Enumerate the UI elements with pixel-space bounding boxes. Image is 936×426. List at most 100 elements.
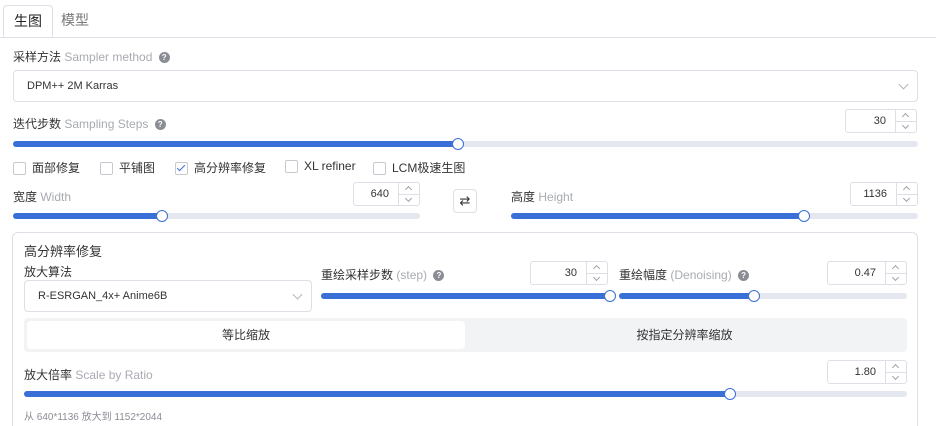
tab-generate[interactable]: 生图 xyxy=(3,5,53,37)
steps-stepper[interactable]: 30 xyxy=(845,109,917,133)
height-slider[interactable] xyxy=(511,210,918,222)
hires-steps-stepper[interactable]: 30 xyxy=(530,261,608,285)
denoising-stepper[interactable]: 0.47 xyxy=(827,261,907,285)
checkbox-label: 面部修复 xyxy=(32,161,81,175)
decrement-icon[interactable] xyxy=(587,273,607,285)
checkbox-label: XL refiner xyxy=(304,159,356,173)
checkbox-label: 平铺图 xyxy=(119,161,156,175)
scale-slider-fill xyxy=(24,391,731,397)
width-label: 宽度 xyxy=(13,190,38,204)
hires-steps-label-row: 重绘采样步数 (step) ? xyxy=(321,266,445,283)
width-slider-fill xyxy=(13,213,162,219)
checkbox-box[interactable] xyxy=(175,162,188,176)
decrement-icon[interactable] xyxy=(896,121,916,133)
hires-steps-slider-fill xyxy=(321,293,610,299)
hires-steps-label: 重绘采样步数 xyxy=(321,268,394,282)
denoising-value: 0.47 xyxy=(854,267,876,279)
decrement-icon[interactable] xyxy=(399,194,419,206)
sampler-select[interactable]: DPM++ 2M Karras xyxy=(13,70,918,102)
steps-label-row: 迭代步数 Sampling Steps ? xyxy=(13,115,166,132)
stepper-buttons xyxy=(896,183,917,205)
help-icon[interactable]: ? xyxy=(154,119,166,131)
scale-mode-resolution[interactable]: 按指定分辨率缩放 xyxy=(465,321,904,349)
width-slider[interactable] xyxy=(13,210,420,222)
denoising-slider-fill xyxy=(619,293,755,299)
denoising-sublabel: (Denoising) xyxy=(670,268,732,282)
scale-slider[interactable] xyxy=(24,388,907,400)
swap-dimensions-button[interactable]: ⇄ xyxy=(453,189,477,213)
decrement-icon[interactable] xyxy=(886,372,906,384)
increment-icon[interactable] xyxy=(886,361,906,372)
checkbox-box[interactable] xyxy=(13,162,26,176)
steps-slider[interactable] xyxy=(13,138,918,150)
steps-slider-handle[interactable] xyxy=(452,138,465,150)
width-label-row: 宽度 Width xyxy=(13,188,71,205)
checkbox-face-restore[interactable]: 面部修复 xyxy=(13,159,80,176)
increment-icon[interactable] xyxy=(897,183,917,194)
resolution-note: 从 640*1136 放大到 1152*2044 xyxy=(24,412,163,423)
checkbox-tiling[interactable]: 平铺图 xyxy=(100,159,155,176)
increment-icon[interactable] xyxy=(587,262,607,273)
stepper-buttons xyxy=(586,262,607,284)
steps-sublabel: Sampling Steps xyxy=(64,117,149,131)
hires-steps-sublabel: (step) xyxy=(396,268,428,282)
sampler-value: DPM++ 2M Karras xyxy=(27,80,119,92)
scale-label-row: 放大倍率 Scale by Ratio xyxy=(24,366,153,383)
height-stepper[interactable]: 1136 xyxy=(850,182,918,206)
height-label: 高度 xyxy=(511,190,536,204)
width-sublabel: Width xyxy=(40,190,72,204)
hires-steps-slider[interactable] xyxy=(321,290,616,302)
stepper-buttons xyxy=(895,110,916,132)
tab-bar: 生图 模型 xyxy=(0,0,936,38)
checkbox-label: 高分辨率修复 xyxy=(194,161,267,175)
scale-label: 放大倍率 xyxy=(24,368,73,382)
checkbox-box[interactable] xyxy=(100,162,113,176)
checkbox-label: LCM极速生图 xyxy=(392,161,466,175)
hires-title: 高分辨率修复 xyxy=(24,244,103,259)
checkbox-xl-refiner[interactable]: XL refiner xyxy=(285,159,356,174)
help-icon[interactable]: ? xyxy=(158,52,170,64)
denoising-label: 重绘幅度 xyxy=(619,268,668,282)
sampler-sublabel: Sampler method xyxy=(64,50,153,64)
checkbox-hires-fix[interactable]: 高分辨率修复 xyxy=(175,159,266,176)
height-slider-handle[interactable] xyxy=(797,210,810,222)
steps-label: 迭代步数 xyxy=(13,117,62,131)
sampler-label-row: 采样方法 Sampler method ? xyxy=(13,48,170,65)
increment-icon[interactable] xyxy=(399,183,419,194)
hires-steps-slider-handle[interactable] xyxy=(604,290,616,302)
scale-sublabel: Scale by Ratio xyxy=(75,368,153,382)
stepper-buttons xyxy=(398,183,419,205)
upscaler-label: 放大算法 xyxy=(24,265,73,279)
increment-icon[interactable] xyxy=(886,262,906,273)
width-slider-handle[interactable] xyxy=(155,210,168,222)
height-slider-fill xyxy=(511,213,804,219)
upscaler-value: R-ESRGAN_4x+ Anime6B xyxy=(38,290,168,302)
scale-mode-ratio[interactable]: 等比缩放 xyxy=(27,321,465,349)
increment-icon[interactable] xyxy=(896,110,916,121)
hires-steps-value: 30 xyxy=(564,267,577,279)
scale-value: 1.80 xyxy=(854,366,876,378)
tab-model[interactable]: 模型 xyxy=(51,5,99,37)
upscaler-select[interactable]: R-ESRGAN_4x+ Anime6B xyxy=(24,280,312,312)
width-value: 640 xyxy=(370,188,389,200)
help-icon[interactable]: ? xyxy=(433,270,445,282)
decrement-icon[interactable] xyxy=(886,273,906,285)
stepper-buttons xyxy=(885,262,906,284)
denoising-slider[interactable] xyxy=(619,290,907,302)
chevron-down-icon xyxy=(292,289,303,300)
steps-slider-fill xyxy=(13,141,459,147)
decrement-icon[interactable] xyxy=(897,194,917,206)
checkbox-box[interactable] xyxy=(285,160,298,174)
denoising-label-row: 重绘幅度 (Denoising) ? xyxy=(619,266,750,283)
scale-stepper[interactable]: 1.80 xyxy=(827,360,907,384)
sampler-label: 采样方法 xyxy=(13,50,62,64)
checkbox-lcm[interactable]: LCM极速生图 xyxy=(373,159,465,176)
checkbox-box[interactable] xyxy=(373,162,386,176)
width-stepper[interactable]: 640 xyxy=(353,182,420,206)
steps-value: 30 xyxy=(873,115,886,127)
scale-mode-toggle: 等比缩放 按指定分辨率缩放 xyxy=(24,318,907,352)
chevron-down-icon xyxy=(898,79,909,90)
help-icon[interactable]: ? xyxy=(738,270,750,282)
swap-icon: ⇄ xyxy=(459,193,471,208)
stepper-buttons xyxy=(885,361,906,383)
